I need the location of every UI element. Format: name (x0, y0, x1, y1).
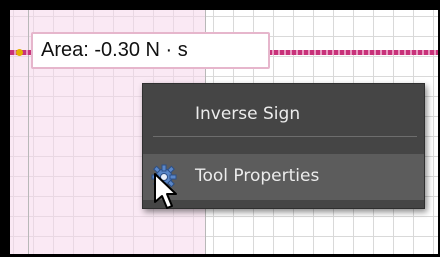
trace-point-marker (16, 49, 23, 56)
menu-item-label: Inverse Sign (195, 104, 301, 124)
menu-item-tool-properties[interactable]: Tool Properties (143, 154, 424, 200)
menu-separator (153, 136, 417, 137)
context-menu: Inverse Sign Tool Properties (142, 83, 425, 209)
mouse-pointer-icon (154, 173, 177, 209)
area-value-text: Area: -0.30 N · s (41, 39, 188, 61)
area-tool-label[interactable]: Area: -0.30 N · s (31, 32, 270, 69)
graph-area[interactable]: Area: -0.30 N · s Inverse Sign Tool Prop… (10, 10, 438, 254)
menu-item-inverse-sign[interactable]: Inverse Sign (143, 92, 424, 138)
selection-left-boundary[interactable] (28, 10, 29, 254)
menu-item-label: Tool Properties (195, 166, 320, 186)
